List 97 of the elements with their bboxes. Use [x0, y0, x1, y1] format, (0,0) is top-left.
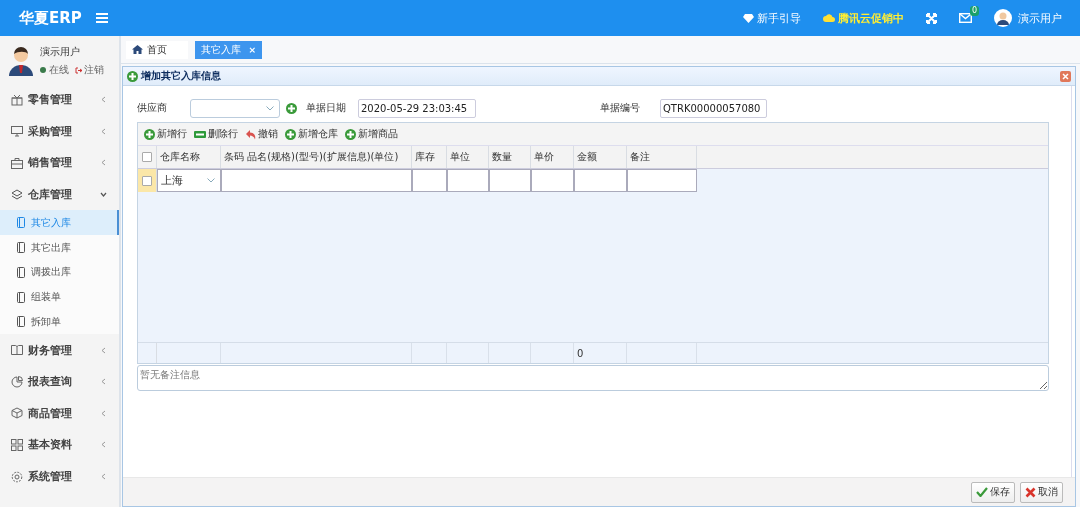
logout-icon: [75, 66, 82, 74]
table-cell-input[interactable]: [531, 169, 574, 192]
box-icon: [11, 407, 23, 420]
page-icon: [17, 291, 25, 303]
number-field[interactable]: QTRK00000057080: [660, 98, 767, 118]
user-name: 演示用户: [40, 45, 81, 59]
submenu-item[interactable]: 组装单: [0, 284, 119, 310]
layers-icon: [11, 188, 23, 201]
close-icon: [1025, 486, 1036, 498]
column-header[interactable]: 金额: [574, 146, 627, 168]
add-icon: [345, 128, 356, 140]
amount-total: 0: [574, 343, 627, 363]
column-header[interactable]: 仓库名称: [157, 146, 221, 168]
mail-count-badge: 0: [969, 6, 979, 16]
menu-item[interactable]: 基本资料: [0, 429, 119, 461]
submenu-item[interactable]: 拆卸单: [0, 309, 119, 335]
toolbar-button[interactable]: 撤销: [245, 127, 278, 141]
supplier-label: 供应商: [137, 101, 168, 115]
diamond-icon: [743, 13, 754, 23]
submenu-item[interactable]: 调拨出库: [0, 259, 119, 285]
menu-item[interactable]: 零售管理: [0, 84, 119, 116]
submenu-item[interactable]: 其它出库: [0, 235, 119, 260]
cancel-button[interactable]: 取消: [1020, 481, 1063, 503]
chevron-left-icon: [100, 96, 107, 104]
fullscreen-icon[interactable]: [926, 12, 937, 24]
column-header[interactable]: 库存: [412, 146, 447, 168]
chevron-left-icon: [100, 378, 107, 386]
caret-icon: [266, 105, 274, 111]
mail-icon[interactable]: [959, 13, 972, 23]
chevron-left-icon: [100, 409, 107, 417]
menu-item[interactable]: 销售管理: [0, 147, 119, 179]
chevron-left-icon: [100, 473, 107, 481]
caret-icon: [207, 178, 215, 183]
column-header[interactable]: 数量: [489, 146, 531, 168]
table-cell-input[interactable]: [221, 169, 412, 192]
check-icon: [976, 487, 988, 497]
date-label: 单据日期: [306, 101, 347, 115]
remove-icon: [194, 130, 206, 138]
close-icon[interactable]: [1060, 70, 1071, 82]
menu-item[interactable]: 商品管理: [0, 397, 119, 430]
avatar-icon[interactable]: [994, 9, 1012, 27]
page-icon: [17, 217, 25, 229]
chevron-left-icon: [100, 441, 107, 449]
column-header[interactable]: 单价: [531, 146, 574, 168]
table-cell-input[interactable]: [447, 169, 489, 192]
save-button[interactable]: 保存: [971, 481, 1015, 503]
table-cell-input[interactable]: [627, 169, 697, 192]
gift-icon: [11, 93, 23, 106]
cloud-icon: [823, 14, 835, 22]
page-icon: [17, 316, 25, 328]
add-icon[interactable]: [286, 102, 297, 114]
menu-item[interactable]: 财务管理: [0, 334, 119, 366]
toolbar-button[interactable]: 新增商品: [345, 127, 398, 141]
table-cell-input[interactable]: [574, 169, 627, 192]
table-cell-input[interactable]: [489, 169, 531, 192]
date-field[interactable]: 2020-05-29 23:03:45: [358, 98, 476, 118]
menu-item[interactable]: 采购管理: [0, 115, 119, 148]
menu-icon[interactable]: [95, 13, 108, 23]
select-all-checkbox[interactable]: [142, 152, 152, 162]
warehouse-select[interactable]: 上海: [157, 169, 221, 192]
grid-icon: [11, 438, 23, 451]
home-icon: [132, 45, 143, 54]
toolbar-button[interactable]: 删除行: [194, 127, 238, 141]
online-dot: [40, 67, 46, 73]
number-label: 单据编号: [600, 101, 641, 115]
table-cell-input[interactable]: [412, 169, 447, 192]
menu-item[interactable]: 仓库管理: [0, 178, 119, 211]
status-text: 在线: [49, 63, 69, 77]
chevron-left-icon: [100, 127, 107, 135]
book-icon: [11, 344, 23, 357]
menu-item[interactable]: 系统管理: [0, 460, 119, 493]
add-icon: [144, 128, 155, 140]
column-header[interactable]: 单位: [447, 146, 489, 168]
monitor-icon: [11, 125, 23, 138]
tab[interactable]: 首页: [126, 40, 188, 59]
briefcase-icon: [11, 157, 23, 169]
gear-icon: [11, 470, 23, 483]
pie-icon: [11, 375, 23, 388]
undo-icon: [245, 128, 256, 140]
chevron-left-icon: [100, 159, 107, 167]
row-checkbox[interactable]: [142, 175, 152, 186]
menu-item[interactable]: 报表查询: [0, 365, 119, 398]
app-logo: 华夏ERP: [19, 8, 82, 28]
chevron-down-icon: [100, 191, 107, 199]
supplier-select[interactable]: [190, 98, 280, 118]
panel-title: 增加其它入库信息: [141, 69, 221, 83]
column-header[interactable]: 条码 品名(规格)(型号)(扩展信息)(单位): [221, 146, 412, 168]
toolbar-button[interactable]: 新增仓库: [285, 127, 338, 141]
toolbar-button[interactable]: 新增行: [144, 127, 187, 141]
page-icon: [17, 242, 25, 254]
chevron-left-icon: [100, 346, 107, 354]
column-header[interactable]: 备注: [627, 146, 697, 168]
page-icon: [17, 266, 25, 278]
add-icon: [127, 70, 138, 82]
remark-field[interactable]: 暂无备注信息: [137, 365, 1049, 391]
logout-link[interactable]: 注销: [75, 63, 104, 77]
add-icon: [285, 128, 296, 140]
